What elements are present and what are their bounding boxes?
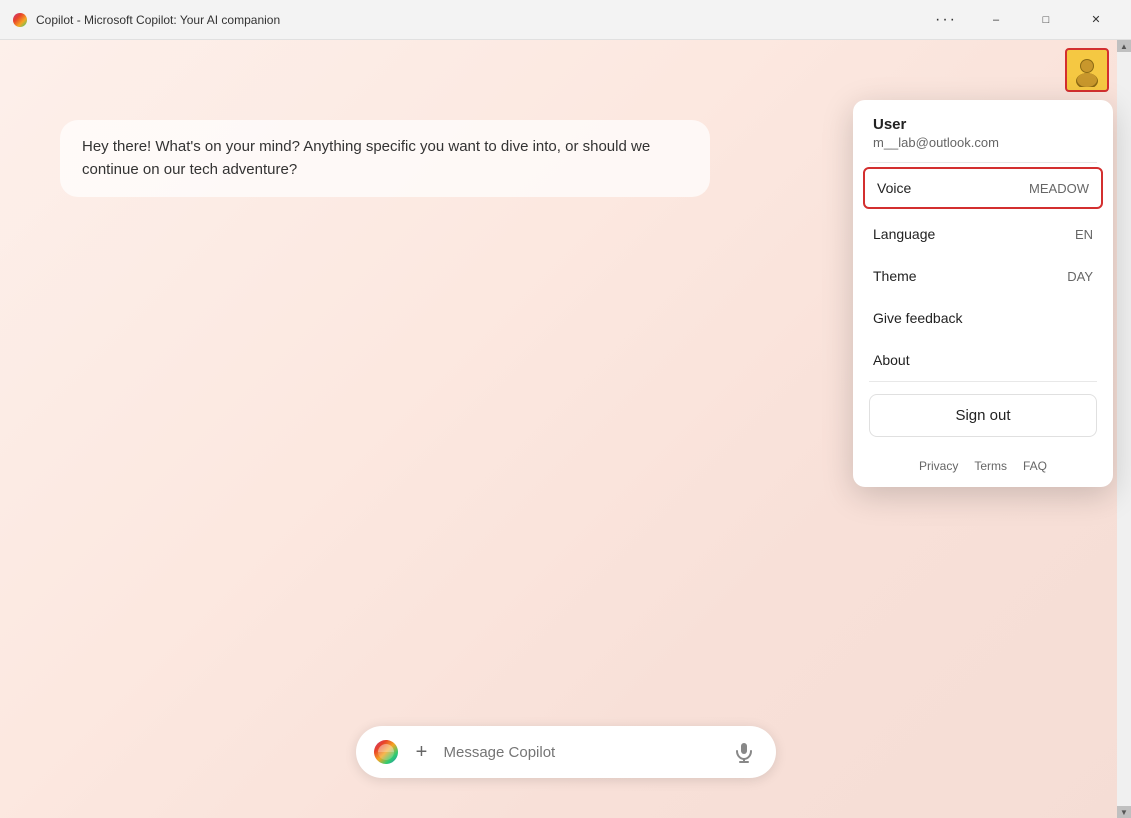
menu-item-feedback[interactable]: Give feedback	[853, 297, 1113, 339]
menu-item-theme-label: Theme	[873, 268, 917, 284]
scrollbar-track	[1117, 52, 1131, 806]
menu-item-about-label: About	[873, 352, 910, 368]
menu-item-voice-label: Voice	[877, 180, 911, 196]
message-input[interactable]	[444, 744, 720, 761]
user-avatar-button[interactable]	[1065, 48, 1109, 92]
terms-link[interactable]: Terms	[974, 459, 1007, 473]
menu-item-language[interactable]: Language EN	[853, 213, 1113, 255]
microphone-button[interactable]	[728, 736, 760, 768]
menu-item-language-label: Language	[873, 226, 935, 242]
scroll-up-button[interactable]: ▲	[1117, 40, 1131, 52]
title-bar: Copilot - Microsoft Copilot: Your AI com…	[0, 0, 1131, 40]
menu-item-about[interactable]: About	[853, 339, 1113, 381]
menu-item-feedback-label: Give feedback	[873, 310, 963, 326]
menu-item-theme[interactable]: Theme DAY	[853, 255, 1113, 297]
title-bar-controls: ··· – □ ✕	[923, 4, 1119, 36]
scroll-down-button[interactable]: ▼	[1117, 806, 1131, 818]
menu-divider-1	[869, 162, 1097, 163]
maximize-button[interactable]: □	[1023, 4, 1069, 36]
assistant-message: Hey there! What's on your mind? Anything…	[60, 120, 710, 197]
microphone-icon	[733, 741, 755, 763]
app-icon	[12, 12, 28, 28]
scrollbar: ▲ ▼	[1117, 40, 1131, 818]
copilot-logo-icon	[372, 738, 400, 766]
input-bar-container: +	[356, 726, 776, 778]
menu-item-theme-value: DAY	[1067, 269, 1093, 284]
menu-item-voice-value: MEADOW	[1029, 181, 1089, 196]
menu-item-voice[interactable]: Voice MEADOW	[863, 167, 1103, 209]
more-options-button[interactable]: ···	[923, 4, 969, 36]
sign-out-button[interactable]: Sign out	[869, 394, 1097, 437]
title-bar-text: Copilot - Microsoft Copilot: Your AI com…	[36, 13, 923, 27]
menu-username: User	[873, 116, 1093, 133]
privacy-link[interactable]: Privacy	[919, 459, 958, 473]
user-dropdown-menu: User m__lab@outlook.com Voice MEADOW Lan…	[853, 100, 1113, 487]
sign-out-section: Sign out	[853, 382, 1113, 449]
menu-email: m__lab@outlook.com	[873, 135, 1093, 150]
minimize-button[interactable]: –	[973, 4, 1019, 36]
menu-footer: Privacy Terms FAQ	[853, 449, 1113, 487]
menu-item-language-value: EN	[1075, 227, 1093, 242]
input-bar: +	[356, 726, 776, 778]
add-attachment-button[interactable]: +	[408, 738, 436, 766]
menu-header: User m__lab@outlook.com	[853, 100, 1113, 162]
avatar-icon	[1070, 53, 1104, 87]
close-button[interactable]: ✕	[1073, 4, 1119, 36]
main-content: ▲ ▼ Hey there! What's on your mind? Anyt…	[0, 40, 1131, 818]
faq-link[interactable]: FAQ	[1023, 459, 1047, 473]
